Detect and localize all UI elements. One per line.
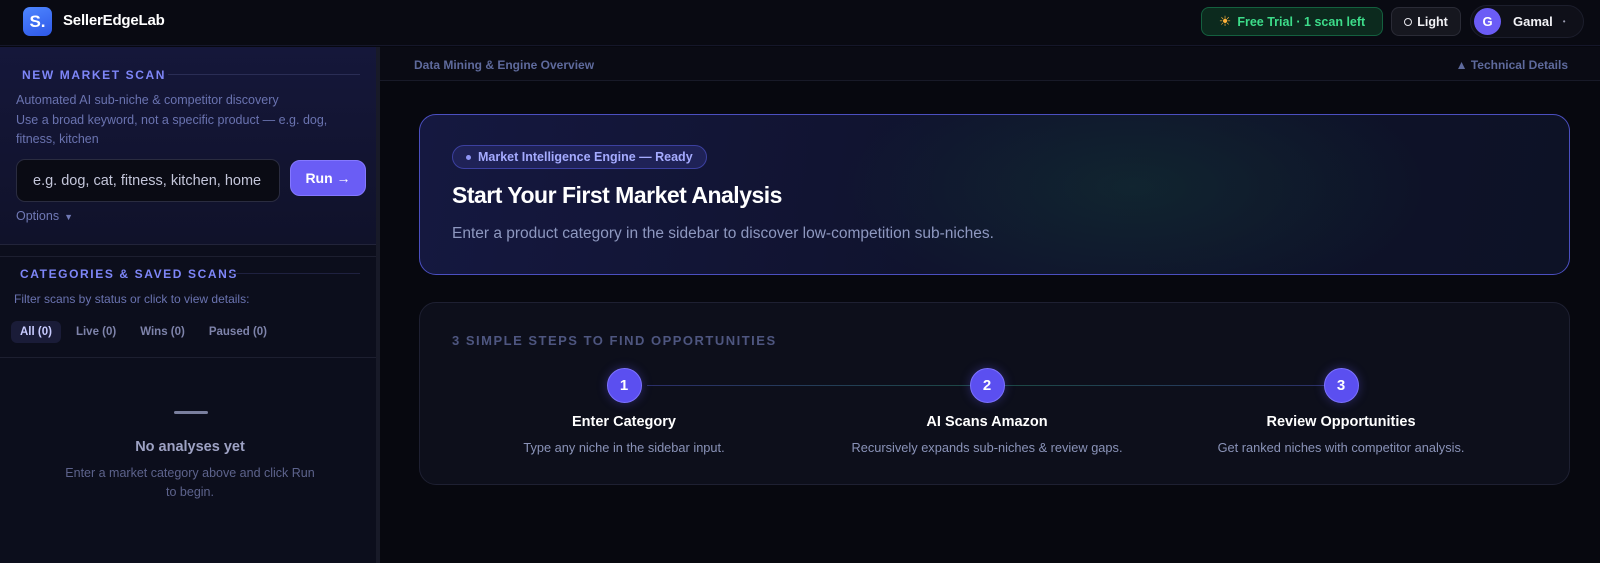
empty-state-icon <box>174 411 208 414</box>
circle-icon <box>1404 17 1413 26</box>
hero-title: Start Your First Market Analysis <box>452 182 782 208</box>
step-2: 2 AI Scans Amazon Recursively expands sub-… <box>807 368 1167 455</box>
empty-state-title: No analyses yet <box>135 439 245 455</box>
chevron-down-icon: • <box>1562 17 1566 26</box>
empty-state-subtitle: Enter a market category above and click … <box>65 466 315 499</box>
new-market-scan-panel: NEW MARKET SCAN Automated AI sub-niche &… <box>0 47 376 245</box>
steps-card: 3 SIMPLE STEPS TO FIND OPPORTUNITIES 1 En… <box>419 302 1570 485</box>
step-3: 3 Review Opportunities Get ranked niches w… <box>1161 368 1521 455</box>
top-bar: S. SellerEdgeLab ☀ Free Trial · 1 scan l… <box>0 0 1600 46</box>
sun-icon: ☀ <box>1218 13 1232 29</box>
section-divider <box>168 74 360 75</box>
filter-tab-paused[interactable]: Paused (0) <box>200 321 276 343</box>
theme-toggle-label: Light <box>1417 14 1448 29</box>
step-description: Get ranked niches with competitor analys… <box>1217 440 1465 455</box>
market-keyword-input[interactable] <box>16 159 280 202</box>
breadcrumb: Data Mining & Engine Overview <box>414 58 595 72</box>
step-1: 1 Enter Category Type any niche in the sid… <box>444 368 804 455</box>
technical-details-toggle[interactable]: ▲ Technical Details <box>1456 58 1568 72</box>
divider <box>0 357 376 358</box>
run-button[interactable]: Run → <box>290 160 366 196</box>
logo-glyph: S. <box>29 11 46 31</box>
engine-status-badge: Market Intelligence Engine — Ready <box>452 145 707 169</box>
avatar: G <box>1474 8 1501 35</box>
status-dot-icon <box>466 154 471 160</box>
filter-tab-live[interactable]: Live (0) <box>67 321 125 343</box>
options-toggle[interactable]: Options ▼ <box>16 209 73 223</box>
step-number-badge: 1 <box>606 368 642 403</box>
logo-icon[interactable]: S. <box>23 7 52 36</box>
engine-status-label: Market Intelligence Engine — Ready <box>478 150 693 164</box>
main-header: Data Mining & Engine Overview ▲ Technica… <box>380 47 1600 81</box>
hero-subtitle: Enter a product category in the sidebar … <box>452 225 994 242</box>
step-number-badge: 3 <box>1323 368 1359 403</box>
new-market-scan-title: NEW MARKET SCAN <box>22 68 166 82</box>
caret-down-icon: ▼ <box>64 212 74 222</box>
free-trial-badge[interactable]: ☀ Free Trial · 1 scan left <box>1201 7 1383 36</box>
hero-card: Market Intelligence Engine — Ready Start… <box>419 114 1570 275</box>
section-divider <box>230 273 360 274</box>
scan-hint: Use a broad keyword, not a specific prod… <box>16 113 328 146</box>
user-name: Gamal <box>1513 14 1553 29</box>
categories-hint: Filter scans by status or click to view … <box>14 292 250 306</box>
step-title: Review Opportunities <box>1266 414 1416 430</box>
free-trial-label: Free Trial · 1 scan left <box>1237 14 1366 29</box>
step-description: Type any niche in the sidebar input. <box>523 440 725 455</box>
theme-toggle-button[interactable]: Light <box>1391 7 1461 36</box>
divider <box>0 256 376 257</box>
user-menu[interactable]: G Gamal • <box>1470 5 1584 38</box>
scan-subtitle: Automated AI sub-niche & competitor disc… <box>16 93 279 107</box>
steps-title: 3 SIMPLE STEPS TO FIND OPPORTUNITIES <box>452 333 777 348</box>
filter-tab-wins[interactable]: Wins (0) <box>131 321 194 343</box>
sidebar: NEW MARKET SCAN Automated AI sub-niche &… <box>0 47 380 563</box>
step-title: Enter Category <box>572 414 676 430</box>
categories-title: CATEGORIES & SAVED SCANS <box>20 267 238 281</box>
scan-filter-tabs: All (0) Live (0) Wins (0) Paused (0) <box>11 321 276 343</box>
filter-tab-all[interactable]: All (0) <box>11 321 61 343</box>
options-label: Options <box>16 209 60 223</box>
step-number-badge: 2 <box>969 368 1005 403</box>
step-title: AI Scans Amazon <box>926 414 1048 430</box>
step-description: Recursively expands sub-niches & review … <box>851 440 1123 455</box>
brand-name[interactable]: SellerEdgeLab <box>63 12 165 29</box>
